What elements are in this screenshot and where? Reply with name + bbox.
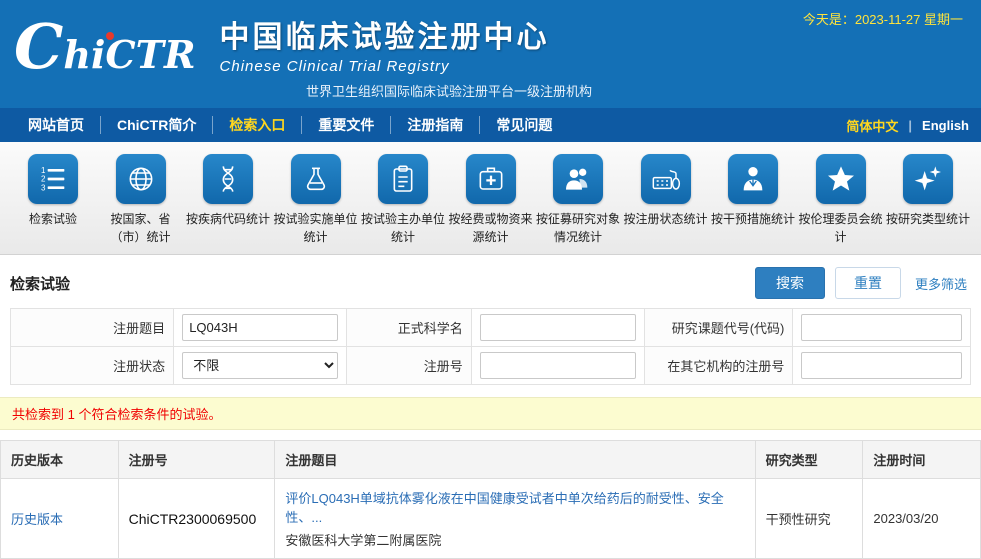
flask-icon — [291, 154, 341, 204]
stat-by-funding-source[interactable]: 按经费或物资来源统计 — [448, 154, 534, 246]
results-header-row: 历史版本 注册号 注册题目 研究类型 注册时间 — [1, 441, 981, 479]
search-header-row: 检索试验 搜索 重置 更多筛选 — [0, 255, 981, 308]
lang-simplified-chinese[interactable]: 简体中文 — [846, 116, 898, 135]
svg-text:1: 1 — [41, 166, 46, 175]
quick-stats-bar: 123 检索试验 按国家、省（市）统计 按疾病代码统计 按试验实施单位统计 — [0, 142, 981, 255]
reset-button[interactable]: 重置 — [835, 267, 901, 299]
svg-text:3: 3 — [41, 183, 46, 192]
reg-title-input[interactable] — [182, 314, 338, 341]
people-icon — [553, 154, 603, 204]
scientific-name-label: 正式科学名 — [346, 309, 471, 347]
page-title: 检索试验 — [10, 273, 70, 294]
stat-by-ethics-committee[interactable]: 按伦理委员会统计 — [798, 154, 884, 246]
globe-icon — [116, 154, 166, 204]
language-switch: 简体中文 | English — [846, 116, 969, 135]
list-123-icon: 123 — [28, 154, 78, 204]
stat-by-implementing-unit[interactable]: 按试验实施单位统计 — [273, 154, 359, 246]
chictr-page: 今天是：2023-11-27 星期一 ChiCTR 中国临床试验注册中心 Chi… — [0, 0, 981, 559]
search-button[interactable]: 搜索 — [755, 267, 825, 299]
institution-text: 安徽医科大学第二附属医院 — [285, 530, 744, 549]
stat-by-disease-code[interactable]: 按疾病代码统计 — [185, 154, 271, 246]
table-row: 历史版本 ChiCTR2300069500 评价LQ043H单域抗体雾化液在中国… — [1, 479, 981, 559]
site-titles: 中国临床试验注册中心 Chinese Clinical Trial Regist… — [220, 12, 550, 78]
registration-number: ChiCTR2300069500 — [129, 511, 257, 527]
col-history-version: 历史版本 — [1, 441, 119, 479]
reg-status-select[interactable]: 不限 — [182, 352, 338, 379]
stat-by-sponsor-unit[interactable]: 按试验主办单位统计 — [360, 154, 446, 246]
other-reg-number-input[interactable] — [801, 352, 962, 379]
reg-number-input[interactable] — [480, 352, 636, 379]
search-form-table: 注册题目 正式科学名 研究课题代号(代码) 注册状态 不限 注册号 在其它机构的… — [10, 308, 971, 385]
col-reg-number: 注册号 — [118, 441, 275, 479]
lang-separator: | — [908, 118, 912, 133]
doctor-icon — [728, 154, 778, 204]
keyboard-mouse-icon — [641, 154, 691, 204]
star-icon — [816, 154, 866, 204]
nav-item-home[interactable]: 网站首页 — [12, 116, 100, 134]
search-actions: 搜索 重置 更多筛选 — [755, 267, 971, 299]
nav-item-guide[interactable]: 注册指南 — [390, 116, 479, 134]
stat-by-country-province[interactable]: 按国家、省（市）统计 — [98, 154, 184, 246]
history-version-link[interactable]: 历史版本 — [11, 512, 63, 527]
col-reg-title: 注册题目 — [275, 441, 755, 479]
reg-date-value: 2023/03/20 — [863, 479, 981, 559]
logo-text: ChiCTR — [14, 32, 196, 77]
first-aid-kit-icon — [466, 154, 516, 204]
svg-text:2: 2 — [41, 175, 46, 184]
nav-item-documents[interactable]: 重要文件 — [301, 116, 390, 134]
today-date: 今天是：2023-11-27 星期一 — [803, 9, 963, 28]
study-type-value: 干预性研究 — [755, 479, 863, 559]
results-table: 历史版本 注册号 注册题目 研究类型 注册时间 历史版本 ChiCTR23000… — [0, 440, 981, 559]
trial-title-link[interactable]: 评价LQ043H单域抗体雾化液在中国健康受试者中单次给药后的耐受性、安全性、..… — [285, 491, 723, 525]
stat-by-intervention[interactable]: 按干预措施统计 — [710, 154, 796, 246]
nav-item-search-entry[interactable]: 检索入口 — [212, 116, 301, 134]
stat-by-study-type[interactable]: 按研究类型统计 — [885, 154, 971, 246]
site-title-cn: 中国临床试验注册中心 — [220, 12, 550, 56]
other-reg-number-label: 在其它机构的注册号 — [644, 347, 793, 385]
col-study-type: 研究类型 — [755, 441, 863, 479]
stat-search-trials[interactable]: 123 检索试验 — [10, 154, 96, 246]
clipboard-icon — [378, 154, 428, 204]
col-reg-date: 注册时间 — [863, 441, 981, 479]
result-count-notice: 共检索到 1 个符合检索条件的试验。 — [0, 397, 981, 430]
search-section: 检索试验 搜索 重置 更多筛选 注册题目 正式科学名 研究课题代号(代码) — [0, 255, 981, 385]
more-filters-link[interactable]: 更多筛选 — [915, 274, 967, 293]
stat-by-recruitment-status[interactable]: 按征募研究对象情况统计 — [535, 154, 621, 246]
reg-number-label: 注册号 — [346, 347, 471, 385]
logo-red-dot-icon — [106, 32, 114, 40]
who-platform-subtitle: 世界卫生组织国际临床试验注册平台一级注册机构 — [306, 81, 967, 100]
reg-status-label: 注册状态 — [11, 347, 174, 385]
sparkles-icon — [903, 154, 953, 204]
reg-title-label: 注册题目 — [11, 309, 174, 347]
dna-icon — [203, 154, 253, 204]
nav-item-faq[interactable]: 常见问题 — [479, 116, 568, 134]
nav-item-about[interactable]: ChiCTR简介 — [100, 116, 212, 134]
main-nav: 网站首页 ChiCTR简介 检索入口 重要文件 注册指南 常见问题 简体中文 |… — [0, 108, 981, 142]
chictr-logo: ChiCTR — [14, 16, 206, 78]
study-code-label: 研究课题代号(代码) — [644, 309, 793, 347]
stat-by-registration-status[interactable]: 按注册状态统计 — [623, 154, 709, 246]
header: 今天是：2023-11-27 星期一 ChiCTR 中国临床试验注册中心 Chi… — [0, 0, 981, 108]
scientific-name-input[interactable] — [480, 314, 636, 341]
lang-english[interactable]: English — [922, 118, 969, 133]
site-title-en: Chinese Clinical Trial Registry — [220, 58, 550, 75]
study-code-input[interactable] — [801, 314, 962, 341]
